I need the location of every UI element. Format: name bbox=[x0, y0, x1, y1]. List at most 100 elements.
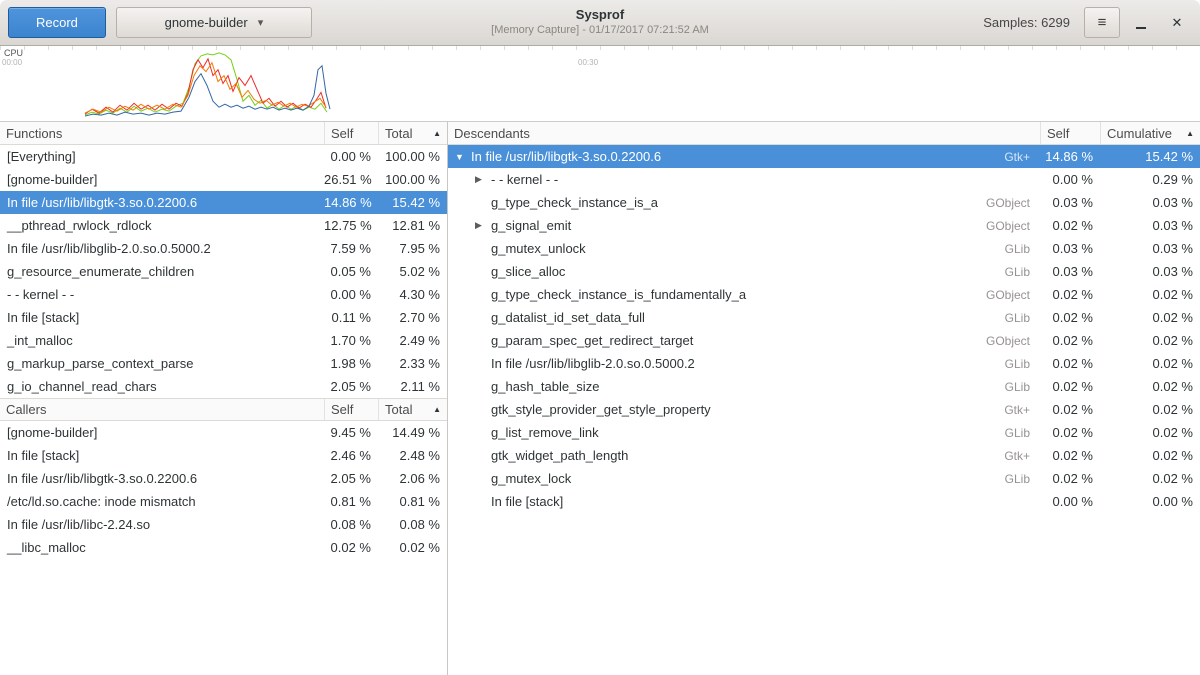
function-name: [gnome-builder] bbox=[0, 172, 324, 187]
minimize-button[interactable] bbox=[1126, 8, 1156, 38]
caller-row[interactable]: [gnome-builder] 9.45 % 14.49 % bbox=[0, 421, 447, 444]
function-row[interactable]: [Everything] 0.00 % 100.00 % bbox=[0, 145, 447, 168]
descendant-row[interactable]: gtk_widget_path_length Gtk+ 0.02 % 0.02 … bbox=[448, 444, 1200, 467]
function-name: g_slice_alloc bbox=[491, 264, 565, 279]
function-row[interactable]: g_resource_enumerate_children 0.05 % 5.0… bbox=[0, 260, 447, 283]
caller-row[interactable]: /etc/ld.so.cache: inode mismatch 0.81 % … bbox=[0, 490, 447, 513]
total-percent: 2.48 % bbox=[378, 448, 447, 463]
column-header-callers[interactable]: Callers bbox=[0, 399, 324, 420]
function-row[interactable]: In file /usr/lib/libglib-2.0.so.0.5000.2… bbox=[0, 237, 447, 260]
caller-row[interactable]: In file [stack] 2.46 % 2.48 % bbox=[0, 444, 447, 467]
title-block: Sysprof [Memory Capture] - 01/17/2017 07… bbox=[491, 7, 709, 36]
self-percent: 0.02 % bbox=[324, 540, 378, 555]
function-name: g_mutex_unlock bbox=[491, 241, 586, 256]
caller-row[interactable]: In file /usr/lib/libgtk-3.so.0.2200.6 2.… bbox=[0, 467, 447, 490]
descendant-row[interactable]: gtk_style_provider_get_style_property Gt… bbox=[448, 398, 1200, 421]
record-button[interactable]: Record bbox=[8, 7, 106, 38]
column-header-self[interactable]: Self bbox=[1040, 122, 1100, 144]
column-header-self[interactable]: Self bbox=[324, 399, 378, 420]
right-panel: Descendants Self Cumulative ▲ ▼ In file … bbox=[448, 122, 1200, 675]
cumulative-percent: 0.03 % bbox=[1100, 241, 1200, 256]
self-percent: 7.59 % bbox=[324, 241, 378, 256]
column-header-total[interactable]: Total ▲ bbox=[378, 399, 447, 420]
self-percent: 14.86 % bbox=[1040, 149, 1100, 164]
function-name: [Everything] bbox=[0, 149, 324, 164]
function-row[interactable]: - - kernel - - 0.00 % 4.30 % bbox=[0, 283, 447, 306]
cumulative-percent: 0.02 % bbox=[1100, 471, 1200, 486]
expander-icon[interactable]: ▶ bbox=[475, 174, 491, 185]
descendant-row[interactable]: g_mutex_unlock GLib 0.03 % 0.03 % bbox=[448, 237, 1200, 260]
descendants-rows: ▼ In file /usr/lib/libgtk-3.so.0.2200.6 … bbox=[448, 145, 1200, 513]
self-percent: 0.05 % bbox=[324, 264, 378, 279]
function-name: g_hash_table_size bbox=[491, 379, 599, 394]
function-name: g_list_remove_link bbox=[491, 425, 599, 440]
column-header-self[interactable]: Self bbox=[324, 122, 378, 144]
column-header-functions[interactable]: Functions bbox=[0, 122, 324, 144]
caller-row[interactable]: In file /usr/lib/libc-2.24.so 0.08 % 0.0… bbox=[0, 513, 447, 536]
function-name: In file /usr/lib/libgtk-3.so.0.2200.6 bbox=[0, 195, 324, 210]
function-row[interactable]: In file /usr/lib/libgtk-3.so.0.2200.6 14… bbox=[0, 191, 447, 214]
close-button[interactable]: ✕ bbox=[1162, 8, 1192, 38]
function-row[interactable]: In file [stack] 0.11 % 2.70 % bbox=[0, 306, 447, 329]
cpu-graph-svg bbox=[0, 46, 1200, 121]
process-selector[interactable]: gnome-builder ▾ bbox=[116, 7, 312, 38]
descendant-row[interactable]: g_hash_table_size GLib 0.02 % 0.02 % bbox=[448, 375, 1200, 398]
cpu-graph[interactable]: CPU 00:00 00:30 bbox=[0, 46, 1200, 122]
descendant-row[interactable]: g_type_check_instance_is_fundamentally_a… bbox=[448, 283, 1200, 306]
function-row[interactable]: [gnome-builder] 26.51 % 100.00 % bbox=[0, 168, 447, 191]
column-header-cumulative-label: Cumulative bbox=[1107, 126, 1172, 141]
total-percent: 2.06 % bbox=[378, 471, 447, 486]
descendant-row[interactable]: g_mutex_lock GLib 0.02 % 0.02 % bbox=[448, 467, 1200, 490]
self-percent: 26.51 % bbox=[324, 172, 378, 187]
self-percent: 0.08 % bbox=[324, 517, 378, 532]
descendant-row[interactable]: In file /usr/lib/libglib-2.0.so.0.5000.2… bbox=[448, 352, 1200, 375]
function-row[interactable]: g_markup_parse_context_parse 1.98 % 2.33… bbox=[0, 352, 447, 375]
library-label: Gtk+ bbox=[1004, 403, 1040, 417]
column-header-descendants[interactable]: Descendants bbox=[448, 122, 1040, 144]
descendant-row[interactable]: In file [stack] 0.00 % 0.00 % bbox=[448, 490, 1200, 513]
self-percent: 2.05 % bbox=[324, 379, 378, 394]
function-name: - - kernel - - bbox=[0, 287, 324, 302]
descendant-row[interactable]: g_list_remove_link GLib 0.02 % 0.02 % bbox=[448, 421, 1200, 444]
self-percent: 0.11 % bbox=[324, 310, 378, 325]
cumulative-percent: 0.02 % bbox=[1100, 379, 1200, 394]
descendant-row[interactable]: ▶ - - kernel - - 0.00 % 0.29 % bbox=[448, 168, 1200, 191]
descendant-row[interactable]: ▶ g_signal_emit GObject 0.02 % 0.03 % bbox=[448, 214, 1200, 237]
self-percent: 1.70 % bbox=[324, 333, 378, 348]
function-row[interactable]: g_io_channel_read_chars 2.05 % 2.11 % bbox=[0, 375, 447, 398]
close-icon: ✕ bbox=[1172, 15, 1183, 31]
total-percent: 15.42 % bbox=[378, 195, 447, 210]
expander-icon[interactable]: ▼ bbox=[455, 152, 471, 162]
function-name: __pthread_rwlock_rdlock bbox=[0, 218, 324, 233]
library-label: GLib bbox=[1005, 357, 1040, 371]
cumulative-percent: 0.02 % bbox=[1100, 425, 1200, 440]
column-header-cumulative[interactable]: Cumulative ▲ bbox=[1100, 122, 1200, 144]
expander-icon[interactable]: ▶ bbox=[475, 220, 491, 231]
function-name: g_markup_parse_context_parse bbox=[0, 356, 324, 371]
caller-row[interactable]: __libc_malloc 0.02 % 0.02 % bbox=[0, 536, 447, 559]
self-percent: 9.45 % bbox=[324, 425, 378, 440]
library-label: GObject bbox=[986, 334, 1040, 348]
profile-content: Functions Self Total ▲ [Everything] 0.00… bbox=[0, 122, 1200, 675]
total-percent: 7.95 % bbox=[378, 241, 447, 256]
library-label: GObject bbox=[986, 196, 1040, 210]
column-header-total[interactable]: Total ▲ bbox=[378, 122, 447, 144]
function-row[interactable]: _int_malloc 1.70 % 2.49 % bbox=[0, 329, 447, 352]
menu-button[interactable]: ≡ bbox=[1084, 7, 1120, 38]
caller-name: [gnome-builder] bbox=[0, 425, 324, 440]
function-name: In file [stack] bbox=[0, 310, 324, 325]
function-name: g_io_channel_read_chars bbox=[0, 379, 324, 394]
function-row[interactable]: __pthread_rwlock_rdlock 12.75 % 12.81 % bbox=[0, 214, 447, 237]
descendant-row[interactable]: g_slice_alloc GLib 0.03 % 0.03 % bbox=[448, 260, 1200, 283]
function-name: g_type_check_instance_is_a bbox=[491, 195, 658, 210]
descendant-row[interactable]: ▼ In file /usr/lib/libgtk-3.so.0.2200.6 … bbox=[448, 145, 1200, 168]
self-percent: 0.03 % bbox=[1040, 195, 1100, 210]
descendant-row[interactable]: g_param_spec_get_redirect_target GObject… bbox=[448, 329, 1200, 352]
chevron-down-icon: ▾ bbox=[258, 16, 264, 29]
left-panel: Functions Self Total ▲ [Everything] 0.00… bbox=[0, 122, 448, 675]
cpu-graph-label: CPU bbox=[4, 48, 23, 58]
descendant-row[interactable]: g_type_check_instance_is_a GObject 0.03 … bbox=[448, 191, 1200, 214]
descendants-table-header: Descendants Self Cumulative ▲ bbox=[448, 122, 1200, 145]
column-header-total-label: Total bbox=[385, 126, 412, 141]
descendant-row[interactable]: g_datalist_id_set_data_full GLib 0.02 % … bbox=[448, 306, 1200, 329]
